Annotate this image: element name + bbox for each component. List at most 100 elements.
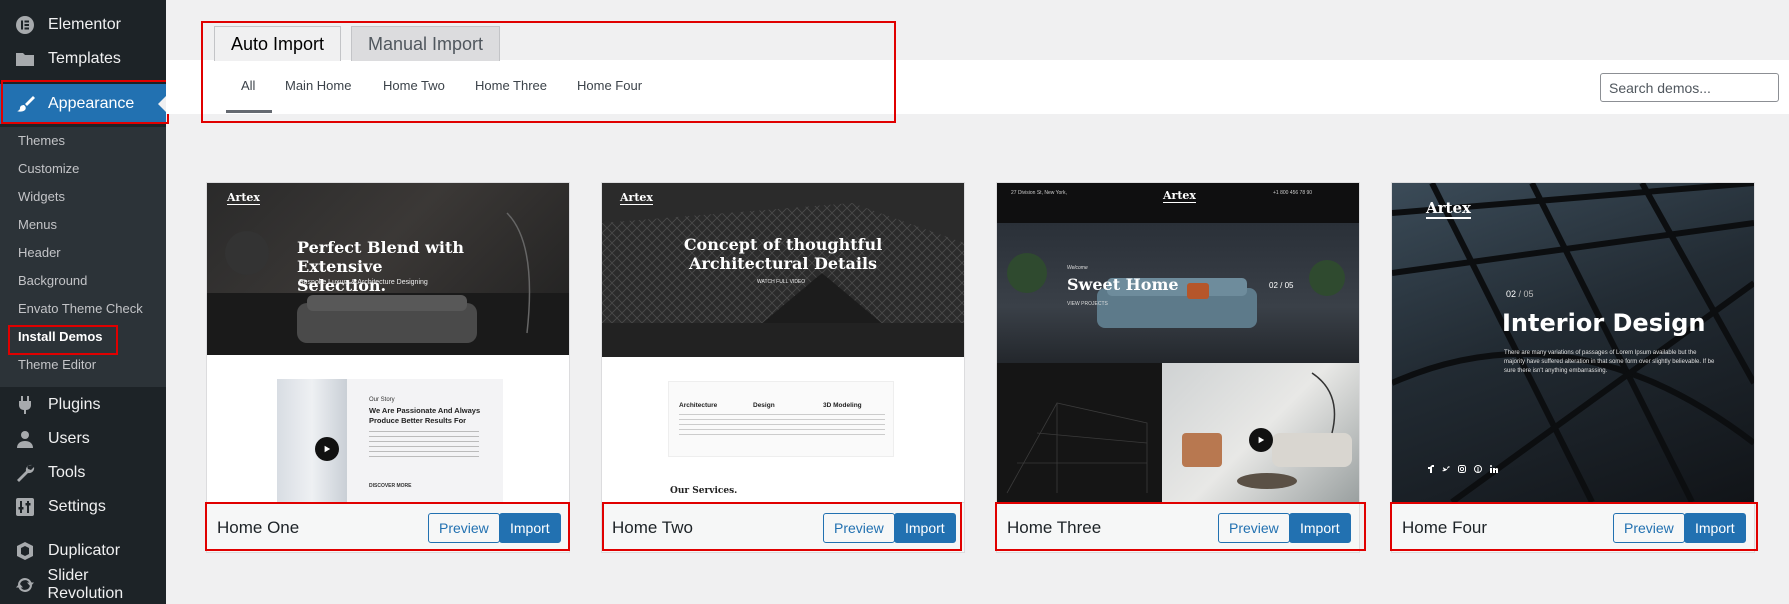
menu-label: Settings xyxy=(48,498,106,515)
pinterest-icon[interactable] xyxy=(1474,465,1482,473)
social-links xyxy=(1428,465,1498,473)
filter-home-three[interactable]: Home Three xyxy=(475,78,547,93)
services-grid: Architecture Design 3D Modeling xyxy=(668,381,894,457)
wrench-icon xyxy=(14,462,36,484)
menu-plugins[interactable]: Plugins xyxy=(0,388,166,422)
hero-line-1: Perfect Blend with xyxy=(297,238,465,257)
settings-icon xyxy=(14,496,36,518)
import-button[interactable]: Import xyxy=(894,513,956,543)
demo-thumbnail[interactable]: Artex 02 / 05 Interior Design There are … xyxy=(1392,183,1754,502)
site-brand: Artex xyxy=(227,191,260,205)
preview-button[interactable]: Preview xyxy=(1218,513,1290,543)
filter-home-two[interactable]: Home Two xyxy=(383,78,445,93)
instagram-icon[interactable] xyxy=(1458,465,1466,473)
menu-templates[interactable]: Templates xyxy=(0,42,166,76)
service-design: Design xyxy=(753,402,775,409)
menu-settings[interactable]: Settings xyxy=(0,490,166,524)
demo-thumbnail[interactable]: Artex Concept of thoughtful Architectura… xyxy=(602,183,964,502)
service-3d-modeling: 3D Modeling xyxy=(823,402,862,409)
demo-card-home-one: Artex Perfect Blend with Extensive Selec… xyxy=(206,182,570,553)
submenu-customize[interactable]: Customize xyxy=(18,159,79,179)
story-title-line-1: We Are Passionate And Always xyxy=(369,406,481,415)
filter-all[interactable]: All xyxy=(241,78,255,93)
refresh-icon xyxy=(14,574,36,596)
tab-auto-import[interactable]: Auto Import xyxy=(214,26,342,61)
demo-name: Home Three xyxy=(1007,518,1102,537)
play-icon xyxy=(324,445,331,453)
menu-users[interactable]: Users xyxy=(0,422,166,456)
folder-icon xyxy=(14,48,36,70)
blueprint-image xyxy=(997,363,1162,502)
twitter-icon[interactable] xyxy=(1442,465,1450,473)
watch-video-link: WATCH FULL VIDEO xyxy=(757,279,806,285)
import-button[interactable]: Import xyxy=(1289,513,1351,543)
submenu-themes[interactable]: Themes xyxy=(18,131,65,151)
menu-appearance[interactable]: Appearance xyxy=(0,84,166,124)
demo-name: Home Two xyxy=(612,518,693,537)
header-phone: +1 800 456 78 90 xyxy=(1273,190,1313,196)
submenu-theme-editor[interactable]: Theme Editor xyxy=(18,355,96,375)
demo-thumbnail[interactable]: Artex Perfect Blend with Extensive Selec… xyxy=(207,183,569,502)
demo-name: Home Four xyxy=(1402,518,1488,537)
menu-label: Appearance xyxy=(48,95,135,112)
paintbrush-icon xyxy=(14,93,36,115)
submenu-install-demos[interactable]: Install Demos xyxy=(18,327,103,347)
preview-button[interactable]: Preview xyxy=(823,513,895,543)
menu-label: Duplicator xyxy=(48,542,121,559)
play-button[interactable] xyxy=(315,437,339,461)
menu-label: Slider Revolution xyxy=(47,567,124,602)
search-demos-input[interactable] xyxy=(1600,73,1779,102)
hero-line-2: Extensive Selection. xyxy=(297,257,387,295)
demo-card-footer: Home Two Preview Import xyxy=(602,502,964,552)
menu-elementor[interactable]: Elementor xyxy=(0,8,166,42)
demo-card-footer: Home Four Preview Import xyxy=(1392,502,1754,552)
menu-slider-revolution[interactable]: Slider Revolution xyxy=(0,567,166,602)
story-title-line-2: Produce Better Results For xyxy=(369,416,467,425)
hero-text: There are many variations of passages of… xyxy=(1504,350,1715,374)
site-brand: Artex xyxy=(1163,189,1196,203)
story-text-lines xyxy=(369,431,479,461)
preview-button[interactable]: Preview xyxy=(1613,513,1685,543)
menu-label: Plugins xyxy=(48,396,101,413)
services-text-lines xyxy=(679,414,885,436)
facebook-icon[interactable] xyxy=(1428,465,1434,473)
submenu-menus[interactable]: Menus xyxy=(18,215,57,235)
tab-manual-import[interactable]: Manual Import xyxy=(351,26,501,61)
counter-total: 05 xyxy=(1523,289,1534,299)
submenu-header[interactable]: Header xyxy=(18,243,61,263)
play-button[interactable] xyxy=(1249,428,1273,452)
menu-tools[interactable]: Tools xyxy=(0,456,166,490)
user-icon xyxy=(14,428,36,450)
linkedin-icon[interactable] xyxy=(1490,465,1498,473)
submenu-envato-theme-check[interactable]: Envato Theme Check xyxy=(18,299,143,319)
slide-counter: 02 / 05 xyxy=(1269,281,1294,290)
import-button[interactable]: Import xyxy=(1684,513,1746,543)
demo-card-home-four: Artex 02 / 05 Interior Design There are … xyxy=(1391,182,1755,553)
filter-home-four[interactable]: Home Four xyxy=(577,78,642,93)
filter-main-home[interactable]: Main Home xyxy=(285,78,351,93)
demo-name: Home One xyxy=(217,518,300,537)
view-projects-link: VIEW PROJECTS xyxy=(1067,301,1108,307)
menu-duplicator[interactable]: Duplicator xyxy=(0,534,166,568)
filter-active-indicator xyxy=(226,110,272,113)
menu-label: Tools xyxy=(48,464,86,481)
demo-thumbnail[interactable]: 27 Division St, New York, Artex +1 800 4… xyxy=(997,183,1359,502)
submenu-widgets[interactable]: Widgets xyxy=(18,187,65,207)
site-brand: Artex xyxy=(620,191,653,205)
story-section: Our Story We Are Passionate And Always P… xyxy=(277,379,503,502)
hero-subtitle: Bespoke Luxury & Architecture Designing xyxy=(299,279,428,286)
story-image xyxy=(277,379,347,502)
hero-title: Interior Design xyxy=(1502,309,1706,337)
elementor-icon xyxy=(14,14,36,36)
play-icon xyxy=(1258,436,1265,444)
story-title: We Are Passionate And Always Produce Bet… xyxy=(369,406,480,426)
active-arrow xyxy=(158,96,166,112)
demo-card-home-three: 27 Division St, New York, Artex +1 800 4… xyxy=(996,182,1360,553)
site-brand: Artex xyxy=(1426,199,1471,219)
submenu-background[interactable]: Background xyxy=(18,271,87,291)
plug-icon xyxy=(14,394,36,416)
preview-button[interactable]: Preview xyxy=(428,513,500,543)
import-button[interactable]: Import xyxy=(499,513,561,543)
service-architecture: Architecture xyxy=(679,402,718,409)
hero-pretitle: Welcome xyxy=(1067,265,1088,271)
